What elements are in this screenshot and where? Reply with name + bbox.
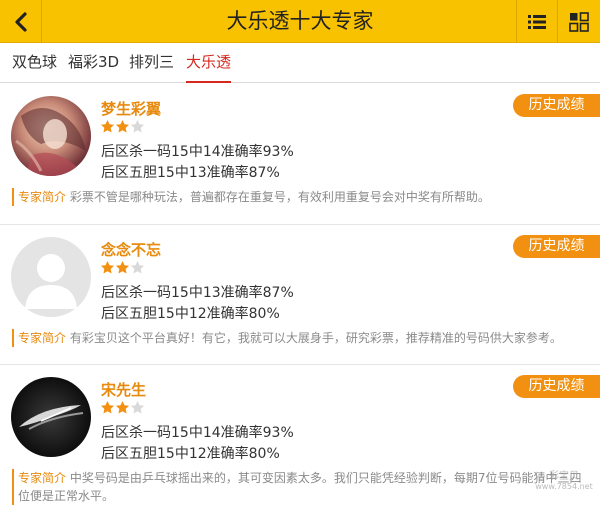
rating-stars [100,400,145,416]
list-view-button[interactable] [516,0,557,43]
stat-line: 后区五胆15中12准确率80% [101,446,280,462]
intro-text: 有彩宝贝这个平台真好！有它，我就可以大展身手，研究彩票，推荐精准的号码供大家参考… [69,331,562,345]
stat-line: 后区杀一码15中13准确率87% [101,285,294,301]
expert-card[interactable]: 宋先生 后区杀一码15中14准确率93% 后区五胆15中12准确率80% 历史成… [0,364,600,513]
star-filled-icon [115,400,130,414]
back-button[interactable] [0,0,42,43]
star-filled-icon [100,119,115,133]
stat-line: 后区杀一码15中14准确率93% [101,144,294,160]
history-results-button[interactable]: 历史成绩 [513,375,600,398]
star-filled-icon [115,260,130,274]
expert-intro: 专家简介 彩票不管是哪种玩法，普遍都存在重复号，有效利用重复号会对中奖有所帮助。 [12,188,592,206]
expert-intro: 专家简介 中奖号码是由乒乓球摇出来的，其可变因素太多。我们只能凭经验判断，每期7… [12,469,592,505]
grid-view-button[interactable] [557,0,600,43]
tab-daletou[interactable]: 大乐透 [186,44,232,83]
history-results-button[interactable]: 历史成绩 [513,235,600,258]
default-avatar-icon [11,237,91,317]
stat-line: 后区杀一码15中14准确率93% [101,425,294,441]
intro-label: 专家简介 [18,471,67,485]
expert-card[interactable]: 念念不忘 后区杀一码15中13准确率87% 后区五胆15中12准确率80% 历史… [0,224,600,364]
tab-shuangseqiu[interactable]: 双色球 [12,44,57,83]
tab-pailiesan[interactable]: 排列三 [129,44,174,83]
star-empty-icon [130,119,145,133]
history-results-button[interactable]: 历史成绩 [513,94,600,117]
expert-intro: 专家简介 有彩宝贝这个平台真好！有它，我就可以大展身手，研究彩票，推荐精准的号码… [12,329,592,347]
top-bar: 大乐透十大专家 [0,0,600,43]
star-filled-icon [100,260,115,274]
intro-text: 中奖号码是由乒乓球摇出来的，其可变因素太多。我们只能凭经验判断，每期7位号码能猜… [18,471,582,503]
avatar [11,377,91,457]
tab-fucai3d[interactable]: 福彩3D [68,44,119,83]
star-empty-icon [130,400,145,414]
rating-stars [100,119,145,135]
expert-name: 念念不忘 [101,241,162,259]
stat-line: 后区五胆15中13准确率87% [101,165,280,181]
stat-line: 后区五胆15中12准确率80% [101,306,280,322]
intro-text: 彩票不管是哪种玩法，普遍都存在重复号，有效利用重复号会对中奖有所帮助。 [69,190,490,204]
star-empty-icon [130,260,145,274]
list-icon [528,14,546,29]
expert-name: 宋先生 [101,381,147,399]
avatar [11,96,91,176]
avatar [11,237,91,317]
expert-name: 梦生彩翼 [101,100,162,118]
lottery-tabs: 双色球 福彩3D 排列三 大乐透 [0,44,600,83]
star-filled-icon [115,119,130,133]
chevron-left-icon [14,11,27,32]
grid-icon [569,11,589,32]
intro-label: 专家简介 [18,190,67,204]
intro-label: 专家简介 [18,331,67,345]
star-filled-icon [100,400,115,414]
rating-stars [100,260,145,276]
expert-card[interactable]: 梦生彩翼 后区杀一码15中14准确率93% 后区五胆15中13准确率87% 历史… [0,84,600,224]
page-title: 大乐透十大专家 [226,9,374,33]
